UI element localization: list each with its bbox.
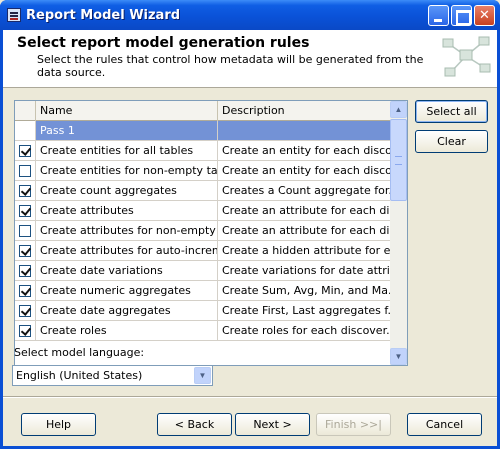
title-bar[interactable]: Report Model Wizard — [0, 0, 500, 30]
grid-row[interactable]: Create entities for non-empty tab... Crea… — [15, 161, 390, 181]
row-check-cell — [15, 261, 36, 280]
page-title: Select report model generation rules — [17, 35, 310, 51]
rule-description: Create an entity for each disco... — [222, 144, 390, 157]
rule-name: Create entities for all tables — [36, 141, 218, 160]
row-check-cell — [15, 181, 36, 200]
wizard-network-icon — [442, 36, 491, 77]
rule-description: Create variations for date attri... — [222, 264, 390, 277]
app-icon — [7, 8, 21, 22]
wizard-client-area: Select report model generation rules Sel… — [3, 30, 497, 446]
grid-row[interactable]: Create count aggregates Creates a Count a… — [15, 181, 390, 201]
chevron-up-icon: ▲ — [394, 105, 403, 114]
select-all-button[interactable]: Select all — [415, 100, 488, 123]
language-label: Select model language: — [14, 346, 145, 359]
row-check-cell — [15, 301, 36, 320]
rule-description: Create roles for each discover... — [222, 324, 390, 337]
grid-row[interactable]: Create attributes Create an attribute for… — [15, 201, 390, 221]
rule-checkbox[interactable] — [19, 185, 31, 197]
rule-name: Pass 1 — [36, 121, 218, 140]
scroll-up-button[interactable]: ▲ — [390, 101, 407, 118]
grid-row[interactable]: Create date variations Create variations … — [15, 261, 390, 281]
finish-button[interactable]: Finish >>| — [316, 413, 391, 436]
rule-name: Create attributes — [36, 201, 218, 220]
grid-scrollbar[interactable]: ▲ ▼ — [390, 101, 407, 365]
rule-checkbox[interactable] — [19, 245, 31, 257]
rule-description: Create Sum, Avg, Min, and Ma... — [222, 284, 390, 297]
rule-name: Create numeric aggregates — [36, 281, 218, 300]
close-button[interactable] — [474, 5, 495, 26]
description-column-header[interactable]: Description — [218, 101, 390, 121]
rule-name: Create attributes for non-empty ... — [36, 221, 218, 240]
rule-description: Create First, Last aggregates f... — [222, 304, 390, 317]
rule-checkbox[interactable] — [19, 285, 31, 297]
wizard-header: Select report model generation rules Sel… — [3, 30, 497, 88]
maximize-button[interactable] — [451, 5, 472, 26]
rule-name: Create roles — [36, 321, 218, 340]
scroll-thumb[interactable] — [390, 119, 407, 201]
scroll-down-button[interactable]: ▼ — [390, 348, 407, 365]
row-check-cell — [15, 121, 36, 140]
page-subtitle: Select the rules that control how metada… — [37, 53, 424, 79]
rule-description: Create an entity for each disco... — [222, 164, 390, 177]
cancel-button[interactable]: Cancel — [407, 413, 482, 436]
rule-checkbox[interactable] — [19, 225, 31, 237]
clear-button[interactable]: Clear — [415, 130, 488, 153]
rule-name: Create date aggregates — [36, 301, 218, 320]
back-button[interactable]: < Back — [157, 413, 232, 436]
minimize-button[interactable] — [428, 5, 449, 26]
language-select-value: English (United States) — [16, 369, 143, 382]
grid-row[interactable]: Create attributes for auto-increm... Crea… — [15, 241, 390, 261]
row-check-cell — [15, 321, 36, 340]
rule-checkbox[interactable] — [19, 265, 31, 277]
row-check-cell — [15, 201, 36, 220]
rule-checkbox[interactable] — [19, 165, 31, 177]
grid-row[interactable]: Create attributes for non-empty ... Creat… — [15, 221, 390, 241]
grid-header: Name Description — [15, 101, 390, 121]
rule-description: Create an attribute for each di... — [222, 204, 390, 217]
rule-description: Create a hidden attribute for e... — [222, 244, 390, 257]
help-button[interactable]: Help — [21, 413, 96, 436]
rule-description — [218, 121, 390, 140]
rule-name: Create date variations — [36, 261, 218, 280]
rule-checkbox[interactable] — [19, 325, 31, 337]
rule-checkbox[interactable] — [19, 205, 31, 217]
rule-description: Creates a Count aggregate for... — [222, 184, 390, 197]
name-column-header[interactable]: Name — [36, 101, 218, 121]
check-column-header — [15, 101, 36, 121]
rules-grid[interactable]: Name Description Pass 1 Create entities f… — [14, 100, 408, 366]
rule-checkbox[interactable] — [19, 305, 31, 317]
grid-row[interactable]: Create roles Create roles for each discov… — [15, 321, 390, 341]
rule-name: Create entities for non-empty tab... — [36, 161, 218, 180]
window-title: Report Model Wizard — [26, 8, 181, 23]
rule-name: Create attributes for auto-increm... — [36, 241, 218, 260]
chevron-down-icon: ▼ — [394, 352, 403, 361]
row-check-cell — [15, 161, 36, 180]
language-select[interactable]: English (United States) ▼ — [12, 365, 213, 386]
grid-row[interactable]: Create numeric aggregates Create Sum, Avg… — [15, 281, 390, 301]
grid-row[interactable]: Create entities for all tables Create an … — [15, 141, 390, 161]
rule-checkbox[interactable] — [19, 145, 31, 157]
row-check-cell — [15, 221, 36, 240]
wizard-window: Report Model Wizard Select report model … — [0, 0, 500, 449]
rule-description: Create an attribute for each di... — [222, 224, 390, 237]
row-check-cell — [15, 281, 36, 300]
rule-name: Create count aggregates — [36, 181, 218, 200]
chevron-down-icon[interactable]: ▼ — [194, 367, 211, 384]
next-button[interactable]: Next > — [235, 413, 310, 436]
row-check-cell — [15, 241, 36, 260]
footer-divider — [3, 396, 497, 398]
grid-row[interactable]: Pass 1 — [15, 121, 390, 141]
row-check-cell — [15, 141, 36, 160]
grid-row[interactable]: Create date aggregates Create First, Last… — [15, 301, 390, 321]
